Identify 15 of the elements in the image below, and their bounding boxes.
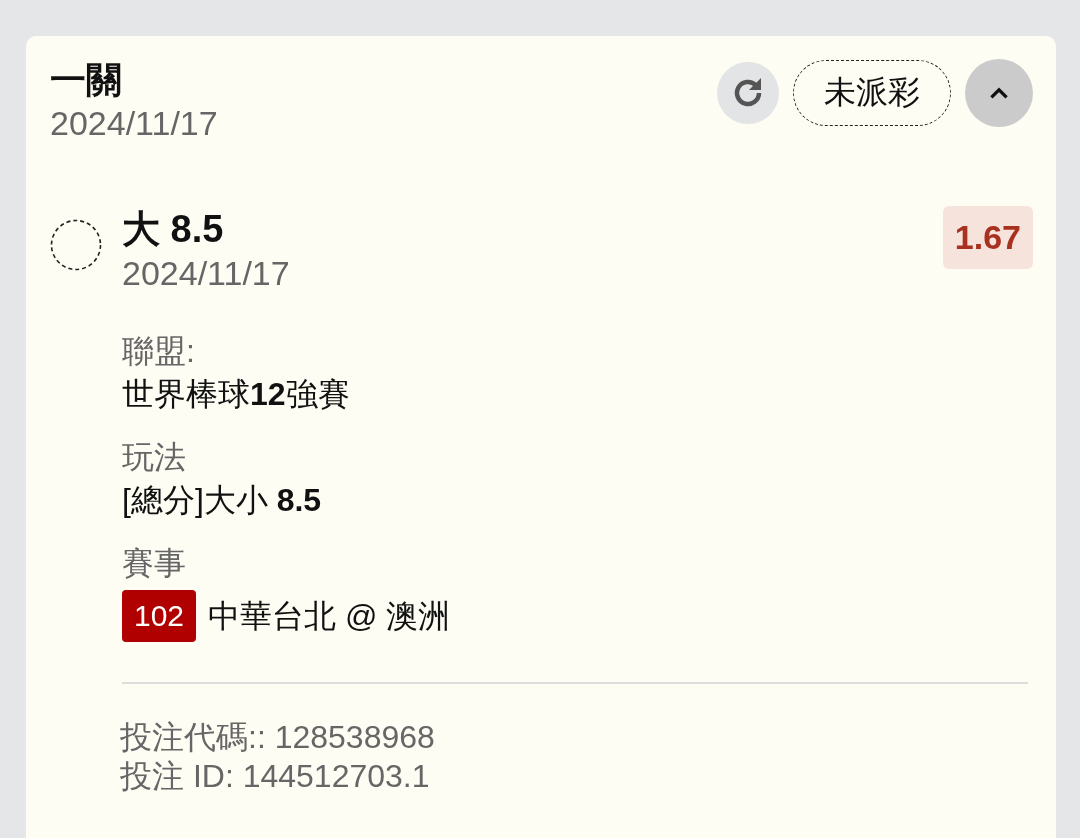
dashed-circle-icon: [50, 219, 102, 271]
event-name: 中華台北 @ 澳洲: [208, 597, 451, 636]
bet-id: 投注代碼:: 128538968: [120, 718, 436, 757]
detail-label: 玩法: [122, 438, 187, 477]
detail-value: 世界棒球12強賽: [122, 375, 351, 414]
bet-id: 投注 ID: 144512703.1: [120, 757, 431, 796]
selection-name: 大 8.5: [122, 207, 225, 252]
detail-label: 聯盟:: [122, 332, 196, 371]
detail-value: [總分]大小 8.5: [122, 481, 323, 520]
event-number: 102: [122, 590, 197, 642]
selection-date: 2024/11/17: [122, 253, 291, 294]
bet-title: 一關: [50, 58, 123, 102]
bet-date: 2024/11/17: [50, 103, 218, 144]
odds-badge: 1.67: [942, 206, 1033, 269]
detail-label: 賽事: [122, 544, 187, 583]
